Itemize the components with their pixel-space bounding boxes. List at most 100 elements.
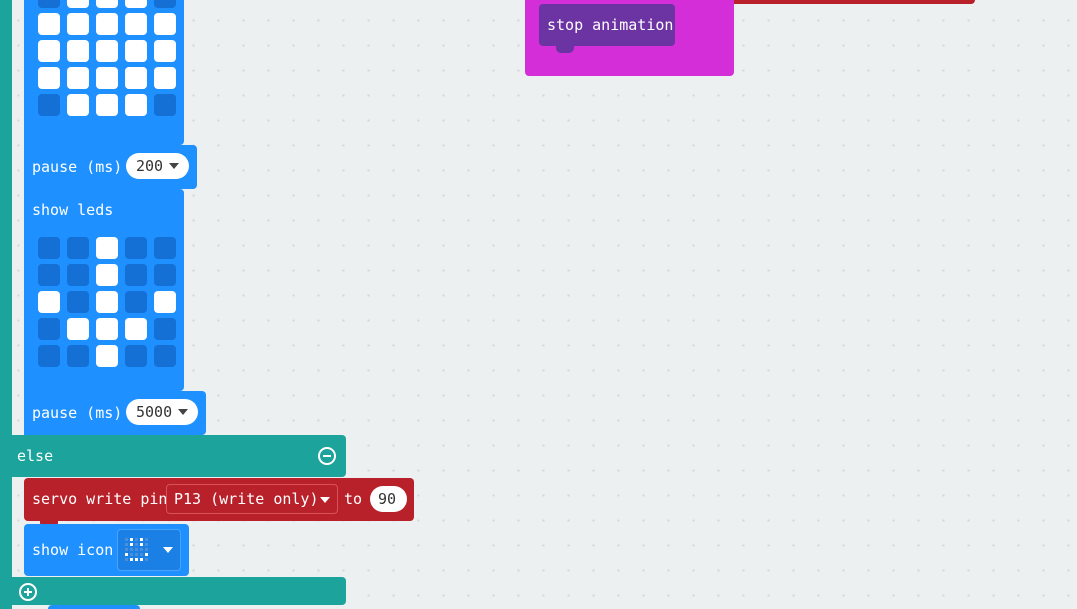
led-cell[interactable] (38, 264, 60, 286)
led-cell[interactable] (125, 40, 147, 62)
servo-write-pin-block[interactable]: servo write pin P13 (write only) to 90 (24, 478, 414, 521)
icon-pixel (135, 558, 138, 561)
led-cell[interactable] (67, 264, 89, 286)
led-cell[interactable] (125, 67, 147, 89)
pause-label: pause (ms) (32, 158, 123, 176)
led-cell[interactable] (38, 0, 60, 8)
led-cell[interactable] (125, 94, 147, 116)
add-else-button[interactable] (19, 583, 37, 601)
led-cell[interactable] (154, 345, 176, 367)
icon-pixel (140, 558, 143, 561)
led-cell[interactable] (96, 264, 118, 286)
chevron-down-icon (320, 497, 330, 503)
icon-pixel (140, 543, 143, 546)
led-cell[interactable] (38, 13, 60, 35)
led-grid-bottom[interactable] (38, 237, 178, 377)
else-label: else (17, 447, 54, 465)
led-cell[interactable] (154, 291, 176, 313)
icon-pixel (125, 553, 128, 556)
icon-pixel (145, 543, 148, 546)
led-cell[interactable] (96, 40, 118, 62)
led-cell[interactable] (67, 318, 89, 340)
led-cell[interactable] (96, 67, 118, 89)
led-cell[interactable] (96, 318, 118, 340)
led-cell[interactable] (96, 345, 118, 367)
icon-pixel (135, 548, 138, 551)
else-bar[interactable]: else (0, 435, 346, 477)
chevron-down-icon (169, 163, 179, 169)
icon-pixel (145, 538, 148, 541)
led-cell[interactable] (96, 94, 118, 116)
icon-pixel (135, 538, 138, 541)
led-cell[interactable] (154, 13, 176, 35)
led-cell[interactable] (125, 291, 147, 313)
led-cell[interactable] (38, 345, 60, 367)
led-cell[interactable] (125, 345, 147, 367)
icon-pixel (135, 543, 138, 546)
led-cell[interactable] (154, 67, 176, 89)
pause-block-2[interactable]: pause (ms) 5000 (24, 391, 206, 435)
led-cell[interactable] (154, 318, 176, 340)
led-cell[interactable] (67, 237, 89, 259)
if-block-footer[interactable] (0, 577, 346, 605)
led-cell[interactable] (125, 0, 147, 8)
led-cell[interactable] (67, 345, 89, 367)
if-block-spine[interactable] (0, 0, 12, 609)
icon-pixel (140, 538, 143, 541)
icon-dropdown[interactable] (117, 529, 181, 571)
pause-label: pause (ms) (32, 404, 123, 422)
to-label: to (344, 490, 363, 508)
led-cell[interactable] (154, 237, 176, 259)
blocks-workspace[interactable]: pause (ms) 200 show leds pause (ms) 5000… (0, 0, 1077, 609)
led-cell[interactable] (96, 13, 118, 35)
chevron-down-icon (163, 547, 173, 553)
next-block-partial[interactable] (48, 605, 140, 609)
led-cell[interactable] (38, 40, 60, 62)
icon-pixel (140, 553, 143, 556)
pause-block-1[interactable]: pause (ms) 200 (24, 145, 197, 189)
led-cell[interactable] (154, 94, 176, 116)
led-cell[interactable] (67, 0, 89, 8)
led-cell[interactable] (125, 318, 147, 340)
block-notch (556, 46, 574, 53)
pause-value-dropdown[interactable]: 5000 (126, 399, 198, 425)
led-cell[interactable] (154, 264, 176, 286)
led-cell[interactable] (125, 13, 147, 35)
led-cell[interactable] (154, 40, 176, 62)
led-cell[interactable] (125, 237, 147, 259)
led-cell[interactable] (67, 67, 89, 89)
show-icon-label: show icon (32, 541, 114, 559)
show-leds-label: show leds (32, 201, 114, 219)
led-cell[interactable] (67, 40, 89, 62)
led-cell[interactable] (96, 0, 118, 8)
led-cell[interactable] (38, 94, 60, 116)
pin-value: P13 (write only) (174, 490, 319, 508)
show-icon-block[interactable]: show icon (24, 524, 189, 576)
stop-animation-block[interactable]: stop animation (539, 4, 675, 46)
pause-value-dropdown[interactable]: 200 (126, 153, 189, 179)
servo-write-label: servo write pin (32, 490, 168, 508)
stop-animation-label: stop animation (547, 16, 674, 34)
icon-pixel (125, 558, 128, 561)
led-cell[interactable] (67, 94, 89, 116)
led-cell[interactable] (67, 13, 89, 35)
led-cell[interactable] (67, 291, 89, 313)
led-grid-top[interactable] (38, 0, 178, 126)
remove-else-button[interactable] (318, 447, 336, 465)
led-cell[interactable] (96, 291, 118, 313)
icon-pixel (135, 553, 138, 556)
pin-dropdown[interactable]: P13 (write only) (166, 484, 338, 514)
angle-input[interactable]: 90 (370, 486, 407, 512)
led-cell[interactable] (154, 0, 176, 8)
icon-pixel (145, 558, 148, 561)
angle-value: 90 (378, 490, 397, 508)
led-cell[interactable] (125, 264, 147, 286)
led-cell[interactable] (38, 237, 60, 259)
icon-pixel (140, 548, 143, 551)
led-cell[interactable] (96, 237, 118, 259)
icon-pixel (130, 558, 133, 561)
led-cell[interactable] (38, 67, 60, 89)
led-cell[interactable] (38, 291, 60, 313)
led-cell[interactable] (38, 318, 60, 340)
icon-pixel (145, 553, 148, 556)
